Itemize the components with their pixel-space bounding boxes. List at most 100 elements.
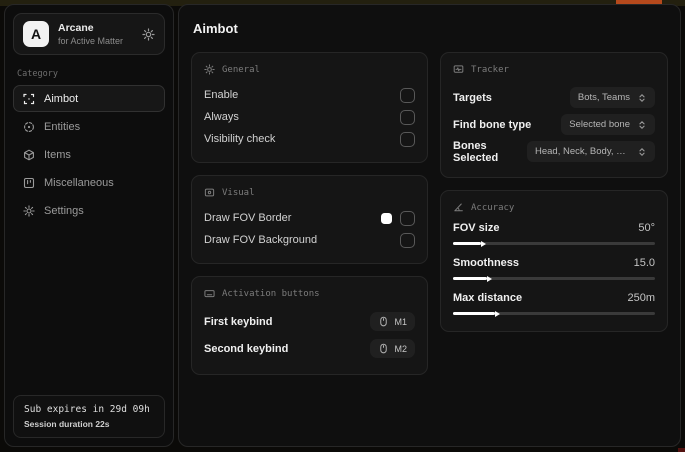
layout-icon bbox=[23, 177, 35, 189]
first-keybind-label: First keybind bbox=[204, 315, 273, 328]
smoothness-label: Smoothness bbox=[453, 257, 520, 269]
fov-size-value: 50° bbox=[638, 222, 655, 234]
visual-title: Visual bbox=[222, 187, 255, 198]
logo-card: A Arcane for Active Matter bbox=[13, 13, 165, 55]
page-title: Aimbot bbox=[193, 21, 238, 36]
sub-expires-text: Sub expires in 29d 09h bbox=[24, 404, 150, 415]
slider-thumb[interactable] bbox=[487, 275, 493, 282]
sidebar-item-entities[interactable]: Entities bbox=[13, 113, 165, 140]
slider-thumb[interactable] bbox=[495, 310, 501, 317]
angle-icon bbox=[453, 202, 464, 213]
game-background-red-patch bbox=[678, 448, 685, 452]
slider-thumb[interactable] bbox=[481, 240, 487, 247]
bones-selected-value: Head, Neck, Body, Pe.. bbox=[535, 146, 630, 157]
screen: A Arcane for Active Matter Category Aimb bbox=[0, 0, 685, 452]
fov-size-group: FOV size 50° bbox=[453, 222, 655, 247]
app-subtitle: for Active Matter bbox=[58, 36, 124, 46]
find-bone-type-value: Selected bone bbox=[569, 119, 630, 130]
selector-icon bbox=[637, 120, 647, 130]
sidebar-item-settings[interactable]: Settings bbox=[13, 197, 165, 224]
entities-icon bbox=[23, 121, 35, 133]
second-keybind-value: M2 bbox=[394, 343, 407, 354]
activation-title: Activation buttons bbox=[222, 288, 320, 299]
visual-header: Visual bbox=[204, 187, 415, 198]
general-header: General bbox=[204, 64, 415, 75]
max-distance-value: 250m bbox=[627, 292, 655, 304]
targets-label: Targets bbox=[453, 91, 492, 104]
visual-scan-icon bbox=[204, 187, 215, 198]
always-checkbox[interactable] bbox=[400, 109, 415, 125]
sidebar-item-label: Entities bbox=[44, 120, 81, 133]
visibility-check-checkbox[interactable] bbox=[400, 131, 415, 147]
mouse-icon bbox=[378, 343, 389, 354]
keyboard-icon bbox=[204, 288, 215, 299]
fov-size-slider[interactable] bbox=[453, 240, 655, 247]
sidebar-item-label: Aimbot bbox=[44, 92, 79, 105]
find-bone-type-label: Find bone type bbox=[453, 118, 532, 131]
selector-icon bbox=[637, 93, 647, 103]
category-label: Category bbox=[17, 69, 58, 79]
sidebar-item-label: Settings bbox=[44, 204, 84, 217]
subscription-status-card: Sub expires in 29d 09h Session duration … bbox=[13, 395, 165, 438]
smoothness-slider[interactable] bbox=[453, 275, 655, 282]
fov-border-row: Draw FOV Border bbox=[204, 207, 415, 229]
fov-border-checkbox[interactable] bbox=[400, 210, 415, 226]
gear-icon bbox=[23, 204, 35, 217]
left-column: General Enable Always Visibility check V… bbox=[191, 52, 428, 387]
fov-background-label: Draw FOV Background bbox=[204, 234, 318, 246]
enable-label: Enable bbox=[204, 89, 239, 101]
accuracy-card: Accuracy FOV size 50° Smoothness 15.0 Ma… bbox=[440, 190, 668, 332]
fov-border-color-swatch[interactable] bbox=[381, 212, 392, 224]
sidebar-item-label: Miscellaneous bbox=[44, 176, 114, 189]
app-name: Arcane bbox=[58, 22, 94, 34]
visibility-check-row: Visibility check bbox=[204, 128, 415, 150]
sidebar-item-aimbot[interactable]: Aimbot bbox=[13, 85, 165, 112]
targets-dropdown[interactable]: Bots, Teams bbox=[569, 87, 655, 108]
fov-background-checkbox[interactable] bbox=[400, 232, 415, 248]
selector-icon bbox=[637, 147, 647, 157]
sidebar-item-label: Items bbox=[44, 148, 71, 161]
right-column: Tracker Targets Bots, Teams Find bone ty… bbox=[440, 52, 668, 344]
visibility-check-label: Visibility check bbox=[204, 133, 276, 145]
app-logo: A bbox=[23, 21, 49, 47]
slider-fill bbox=[453, 275, 493, 282]
activation-header: Activation buttons bbox=[204, 288, 415, 299]
max-distance-label: Max distance bbox=[453, 292, 523, 304]
accuracy-title: Accuracy bbox=[471, 202, 515, 213]
settings-gear-icon[interactable] bbox=[142, 27, 155, 41]
second-keybind-button[interactable]: M2 bbox=[370, 339, 415, 358]
fov-background-row: Draw FOV Background bbox=[204, 229, 415, 251]
first-keybind-button[interactable]: M1 bbox=[370, 312, 415, 331]
second-keybind-label: Second keybind bbox=[204, 342, 289, 355]
smoothness-group: Smoothness 15.0 bbox=[453, 257, 655, 282]
general-gear-icon bbox=[204, 64, 215, 75]
first-keybind-value: M1 bbox=[394, 316, 407, 327]
max-distance-slider[interactable] bbox=[453, 310, 655, 317]
mouse-icon bbox=[378, 316, 389, 327]
bones-selected-dropdown[interactable]: Head, Neck, Body, Pe.. bbox=[527, 141, 655, 162]
slider-fill bbox=[453, 310, 501, 317]
sidebar-item-miscellaneous[interactable]: Miscellaneous bbox=[13, 169, 165, 196]
main-panel: Aimbot General Enable Always Visibility … bbox=[178, 4, 681, 447]
second-keybind-row: Second keybind M2 bbox=[204, 335, 415, 362]
enable-checkbox[interactable] bbox=[400, 87, 415, 103]
fov-border-label: Draw FOV Border bbox=[204, 212, 292, 224]
cube-icon bbox=[23, 149, 35, 161]
tracker-header: Tracker bbox=[453, 64, 655, 75]
tracker-monitor-icon bbox=[453, 64, 464, 75]
crosshair-icon bbox=[23, 93, 35, 105]
always-row: Always bbox=[204, 106, 415, 128]
activation-card: Activation buttons First keybind M1 Seco… bbox=[191, 276, 428, 375]
general-title: General bbox=[222, 64, 260, 75]
tracker-card: Tracker Targets Bots, Teams Find bone ty… bbox=[440, 52, 668, 178]
find-bone-type-dropdown[interactable]: Selected bone bbox=[561, 114, 655, 135]
sidebar-item-items[interactable]: Items bbox=[13, 141, 165, 168]
targets-row: Targets Bots, Teams bbox=[453, 84, 655, 111]
fov-size-label: FOV size bbox=[453, 222, 500, 234]
max-distance-group: Max distance 250m bbox=[453, 292, 655, 317]
tracker-title: Tracker bbox=[471, 64, 509, 75]
always-label: Always bbox=[204, 111, 239, 123]
visual-card: Visual Draw FOV Border Draw FOV Backgrou… bbox=[191, 175, 428, 264]
smoothness-value: 15.0 bbox=[633, 257, 655, 269]
sidebar: A Arcane for Active Matter Category Aimb bbox=[4, 4, 174, 447]
